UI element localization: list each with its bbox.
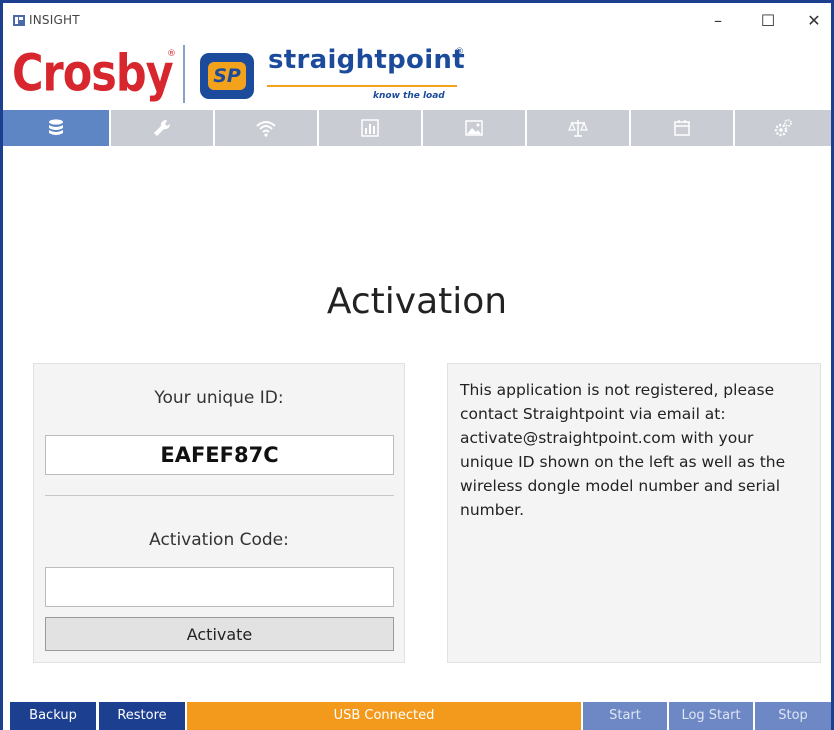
activate-button[interactable]: Activate	[45, 617, 394, 651]
wifi-icon	[256, 121, 276, 137]
logo-divider	[183, 45, 185, 103]
tab-database[interactable]	[3, 110, 111, 146]
app-icon	[13, 15, 25, 26]
close-button[interactable]: ✕	[799, 9, 829, 33]
straightpoint-registered-mark: ®	[455, 47, 464, 57]
tab-bar	[3, 110, 831, 146]
straightpoint-logo: straightpoint	[268, 45, 465, 75]
activation-code-input[interactable]	[45, 567, 394, 607]
backup-button[interactable]: Backup	[10, 702, 96, 730]
database-icon	[49, 119, 63, 135]
status-bar: Backup Restore USB Connected Start Log S…	[3, 698, 831, 730]
bar-chart-icon	[361, 119, 379, 137]
panel-divider	[45, 495, 394, 496]
unique-id-label: Your unique ID:	[154, 388, 284, 408]
maximize-button[interactable]: ☐	[753, 9, 783, 33]
image-icon	[465, 120, 483, 136]
crosby-registered-mark: ®	[167, 49, 176, 59]
start-button[interactable]: Start	[583, 702, 667, 730]
window-title: INSIGHT	[29, 13, 80, 27]
crosby-logo: Crosby	[12, 44, 174, 104]
straightpoint-badge-icon: SP	[200, 53, 254, 99]
activation-panel: Your unique ID: EAFEF87C Activation Code…	[33, 363, 405, 663]
activation-code-label: Activation Code:	[149, 530, 289, 550]
tab-images[interactable]	[423, 110, 527, 146]
sp-badge-text: SP	[208, 62, 246, 90]
gears-icon	[774, 119, 792, 137]
log-start-button[interactable]: Log Start	[669, 702, 753, 730]
info-panel: This application is not registered, plea…	[447, 363, 821, 663]
title-bar: INSIGHT – ☐ ✕	[3, 3, 831, 37]
tab-scale[interactable]	[527, 110, 631, 146]
tab-tools[interactable]	[111, 110, 215, 146]
tab-calendar[interactable]	[631, 110, 735, 146]
tab-wireless[interactable]	[215, 110, 319, 146]
stop-button[interactable]: Stop	[755, 702, 831, 730]
tab-chart[interactable]	[319, 110, 423, 146]
wrench-icon	[154, 119, 171, 136]
tab-settings[interactable]	[735, 110, 831, 146]
logo-banner: Crosby ® SP straightpoint ® know the loa…	[3, 37, 831, 109]
logo-tagline: know the load	[373, 91, 445, 101]
scale-icon	[568, 120, 588, 137]
unique-id-value: EAFEF87C	[45, 435, 394, 475]
logo-underline	[267, 85, 457, 87]
calendar-icon	[674, 120, 690, 136]
page-title: Activation	[326, 281, 508, 322]
usb-status-indicator: USB Connected	[187, 702, 581, 730]
minimize-button[interactable]: –	[703, 9, 733, 33]
app-window: INSIGHT – ☐ ✕ Crosby ® SP straightpoint …	[0, 0, 834, 730]
restore-button[interactable]: Restore	[99, 702, 185, 730]
registration-info-text: This application is not registered, plea…	[460, 381, 786, 519]
